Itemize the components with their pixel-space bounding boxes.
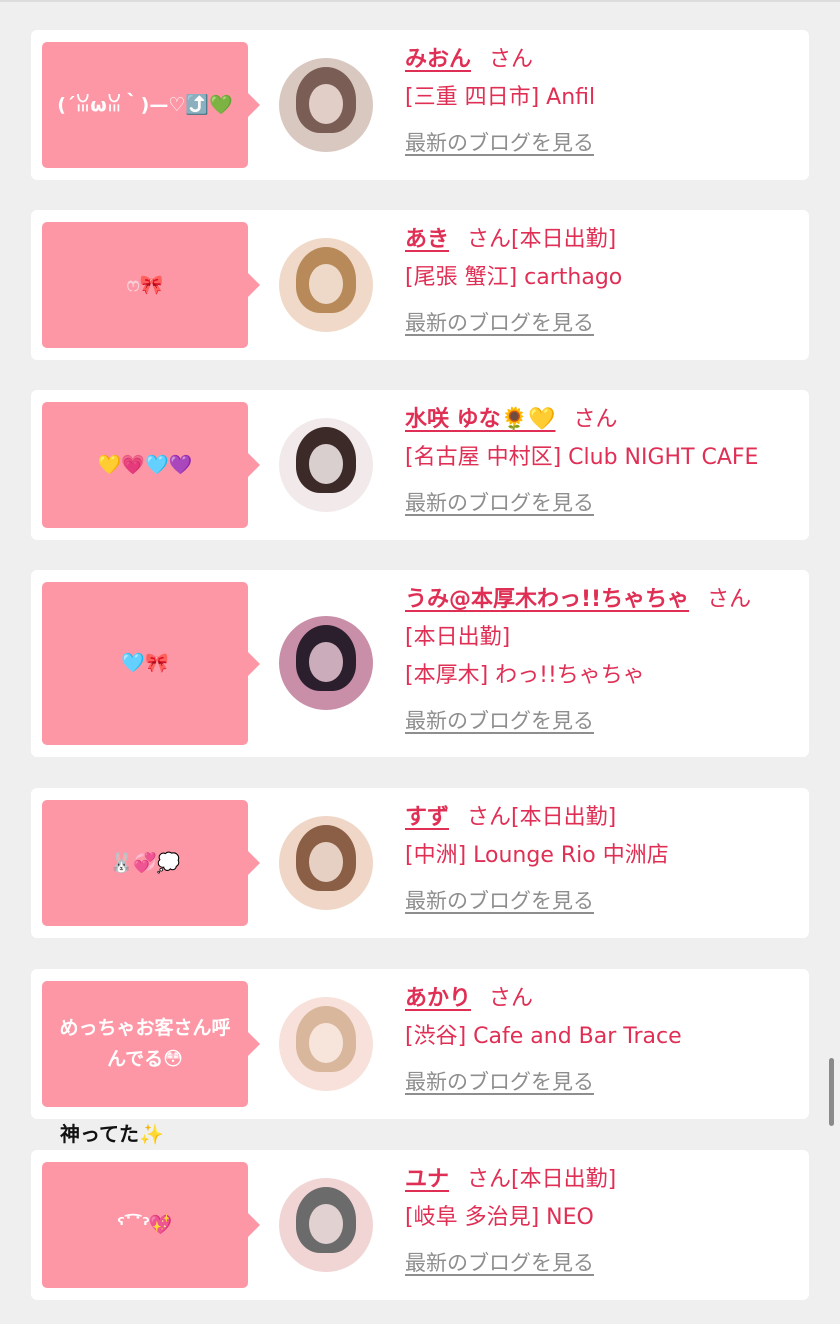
avatar[interactable] — [279, 616, 373, 710]
working-today-badge: [本日出勤] — [511, 227, 617, 252]
shop-location: [渋谷] Cafe and Bar Trace — [405, 1024, 682, 1049]
honorific: さん — [467, 805, 512, 830]
avatar[interactable] — [279, 816, 373, 910]
latest-blog-link[interactable]: 最新のブログを見る — [405, 706, 594, 736]
name-line: ユナ さん[本日出勤] — [405, 1164, 805, 1196]
profile-info: あき さん[本日出勤] [尾張 蟹江] carthago 最新のブログを見る — [405, 224, 805, 338]
honorific: さん — [573, 407, 618, 432]
bubble-text: ෆ🎀 — [126, 273, 164, 296]
working-today-badge: [本日出勤] — [405, 625, 511, 650]
working-today-badge: [本日出勤] — [511, 805, 617, 830]
message-bubble: 🩵🎀 — [42, 582, 260, 745]
message-bubble: めっちゃお客さん呼んでる😳 — [42, 981, 260, 1107]
shop-location: [尾張 蟹江] carthago — [405, 265, 623, 290]
honorific: さん — [489, 986, 534, 1011]
name-line: うみ@本厚木わっ!!ちゃちゃ さん — [405, 584, 805, 616]
honorific: さん — [467, 1167, 512, 1192]
avatar[interactable] — [279, 997, 373, 1091]
girl-card: 🩵🎀 うみ@本厚木わっ!!ちゃちゃ さん [本日出勤] [本厚木] わっ!!ちゃち… — [31, 570, 809, 757]
avatar[interactable] — [279, 238, 373, 332]
shop-location: [名古屋 中村区] Club NIGHT CAFE — [405, 445, 759, 470]
name-line: あかり さん — [405, 983, 805, 1015]
latest-blog-link[interactable]: 最新のブログを見る — [405, 886, 594, 916]
profile-info: すず さん[本日出勤] [中洲] Lounge Rio 中洲店 最新のブログを見る — [405, 802, 805, 916]
latest-blog-link[interactable]: 最新のブログを見る — [405, 1248, 594, 1278]
overflow-caption: 神ってた✨ — [60, 1122, 164, 1146]
scrollbar-thumb[interactable] — [829, 1058, 834, 1126]
working-today-badge: [本日出勤] — [511, 1167, 617, 1192]
girl-card: ෆ🎀 あき さん[本日出勤] [尾張 蟹江] carthago 最新のブログを見る — [31, 210, 809, 360]
profile-info: あかり さん [渋谷] Cafe and Bar Trace 最新のブログを見る — [405, 983, 805, 1097]
girl-card: めっちゃお客さん呼んでる😳 あかり さん [渋谷] Cafe and Bar Tr… — [31, 969, 809, 1119]
profile-name-link[interactable]: あき — [405, 227, 449, 252]
profile-info: みおん さん [三重 四日市] Anfil 最新のブログを見る — [405, 44, 805, 158]
bubble-text: 🩵🎀 — [121, 652, 169, 674]
profile-info: うみ@本厚木わっ!!ちゃちゃ さん [本日出勤] [本厚木] わっ!!ちゃちゃ 最… — [405, 584, 805, 736]
bubble-text: (´ꈍωꈍ｀)—♡⤴️💚 — [57, 93, 233, 116]
latest-blog-link[interactable]: 最新のブログを見る — [405, 1067, 594, 1097]
honorific: さん — [489, 47, 534, 72]
message-bubble: (´ꈍωꈍ｀)—♡⤴️💚 — [42, 42, 260, 168]
name-line: みおん さん — [405, 44, 805, 76]
name-line: 水咲 ゆな🌻💛 さん — [405, 404, 805, 436]
name-line: あき さん[本日出勤] — [405, 224, 805, 256]
profile-info: ユナ さん[本日出勤] [岐阜 多治見] NEO 最新のブログを見る — [405, 1164, 805, 1278]
profile-name-link[interactable]: みおん — [405, 47, 471, 72]
message-bubble: 🐰💞💭 — [42, 800, 260, 926]
girl-card: 🐰💞💭 すず さん[本日出勤] [中洲] Lounge Rio 中洲店 最新のブロ… — [31, 788, 809, 938]
honorific: さん — [467, 227, 512, 252]
avatar[interactable] — [279, 418, 373, 512]
girl-card: 💛💗🩵💜 水咲 ゆな🌻💛 さん [名古屋 中村区] Club NIGHT CAFE… — [31, 390, 809, 540]
bubble-text: 🐰💞💭 — [109, 851, 181, 874]
profile-info: 水咲 ゆな🌻💛 さん [名古屋 中村区] Club NIGHT CAFE 最新のブ… — [405, 404, 805, 518]
latest-blog-link[interactable]: 最新のブログを見る — [405, 128, 594, 158]
latest-blog-link[interactable]: 最新のブログを見る — [405, 488, 594, 518]
honorific: さん — [707, 587, 752, 612]
bubble-text: めっちゃお客さん呼んでる😳 — [59, 1017, 231, 1070]
shop-location: [中洲] Lounge Rio 中洲店 — [405, 843, 669, 868]
profile-name-link[interactable]: 水咲 ゆな🌻💛 — [405, 407, 555, 432]
shop-location: [本厚木] わっ!!ちゃちゃ — [405, 663, 645, 688]
avatar[interactable] — [279, 58, 373, 152]
message-bubble: 💛💗🩵💜 — [42, 402, 260, 528]
message-bubble: ˁ˙͡˙ˀ💖 — [42, 1162, 260, 1288]
latest-blog-link[interactable]: 最新のブログを見る — [405, 308, 594, 338]
shop-location: [岐阜 多治見] NEO — [405, 1205, 594, 1230]
avatar[interactable] — [279, 1178, 373, 1272]
profile-name-link[interactable]: あかり — [405, 986, 471, 1011]
profile-name-link[interactable]: うみ@本厚木わっ!!ちゃちゃ — [405, 587, 689, 612]
profile-name-link[interactable]: ユナ — [405, 1167, 449, 1192]
profile-name-link[interactable]: すず — [405, 805, 449, 830]
girl-card: (´ꈍωꈍ｀)—♡⤴️💚 みおん さん [三重 四日市] Anfil 最新のブログ… — [31, 30, 809, 180]
bubble-text: 💛💗🩵💜 — [97, 453, 193, 476]
top-divider — [0, 0, 840, 2]
name-line: すず さん[本日出勤] — [405, 802, 805, 834]
shop-location: [三重 四日市] Anfil — [405, 85, 596, 110]
girl-card: ˁ˙͡˙ˀ💖 ユナ さん[本日出勤] [岐阜 多治見] NEO 最新のブログを見る — [31, 1150, 809, 1300]
message-bubble: ෆ🎀 — [42, 222, 260, 348]
bubble-text: ˁ˙͡˙ˀ💖 — [117, 1213, 173, 1236]
